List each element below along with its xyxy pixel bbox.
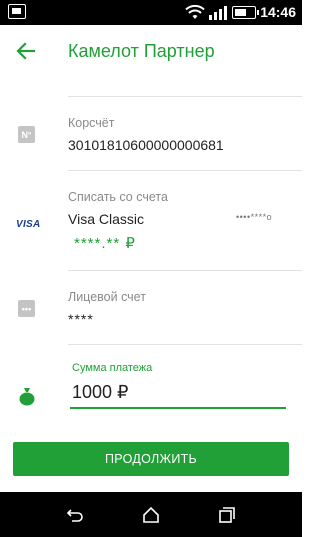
payment-screen: 14:46 Камелот Партнер N° Корсчёт 3010181…: [0, 0, 302, 537]
back-nav-icon[interactable]: [66, 506, 84, 524]
arrow-left-icon[interactable]: [14, 39, 38, 63]
amount-label: Сумма платежа: [72, 362, 153, 374]
personal-account-value: ****: [68, 311, 94, 327]
corr-account-value: 30101810600000000681: [68, 137, 224, 153]
home-nav-icon[interactable]: [142, 506, 160, 524]
page-title: Камелот Партнер: [68, 41, 215, 61]
corr-account-label: Корсчёт: [68, 116, 115, 130]
continue-button[interactable]: ПРОДОЛЖИТЬ: [13, 442, 289, 476]
money-bag-icon: [19, 388, 35, 406]
recents-nav-icon[interactable]: [218, 506, 236, 524]
signal-icon: [209, 6, 227, 20]
card-name[interactable]: Visa Classic: [68, 211, 144, 227]
card-balance: ****.** ₽: [74, 235, 136, 252]
status-bar: 14:46: [0, 0, 302, 25]
number-icon: N°: [18, 126, 35, 143]
wifi-icon: [185, 4, 205, 19]
visa-icon: VISA: [16, 219, 41, 230]
debit-account-label: Списать со счета: [68, 190, 168, 204]
clock: 14:46: [260, 4, 296, 20]
divider: [68, 170, 302, 171]
divider: [68, 270, 302, 271]
amount-input-underline: [70, 407, 286, 409]
card-number-mask: ••••****o: [236, 212, 273, 222]
system-nav-bar: [0, 492, 302, 537]
battery-level: [235, 9, 247, 16]
notification-icon: [8, 4, 26, 19]
amount-input[interactable]: 1000 ₽: [72, 382, 129, 403]
more-icon: •••: [18, 300, 35, 317]
app-header: Камелот Партнер: [0, 25, 302, 79]
divider: [68, 344, 302, 345]
personal-account-label: Лицевой счет: [68, 290, 146, 304]
battery-icon: [232, 6, 259, 19]
divider: [68, 96, 302, 97]
